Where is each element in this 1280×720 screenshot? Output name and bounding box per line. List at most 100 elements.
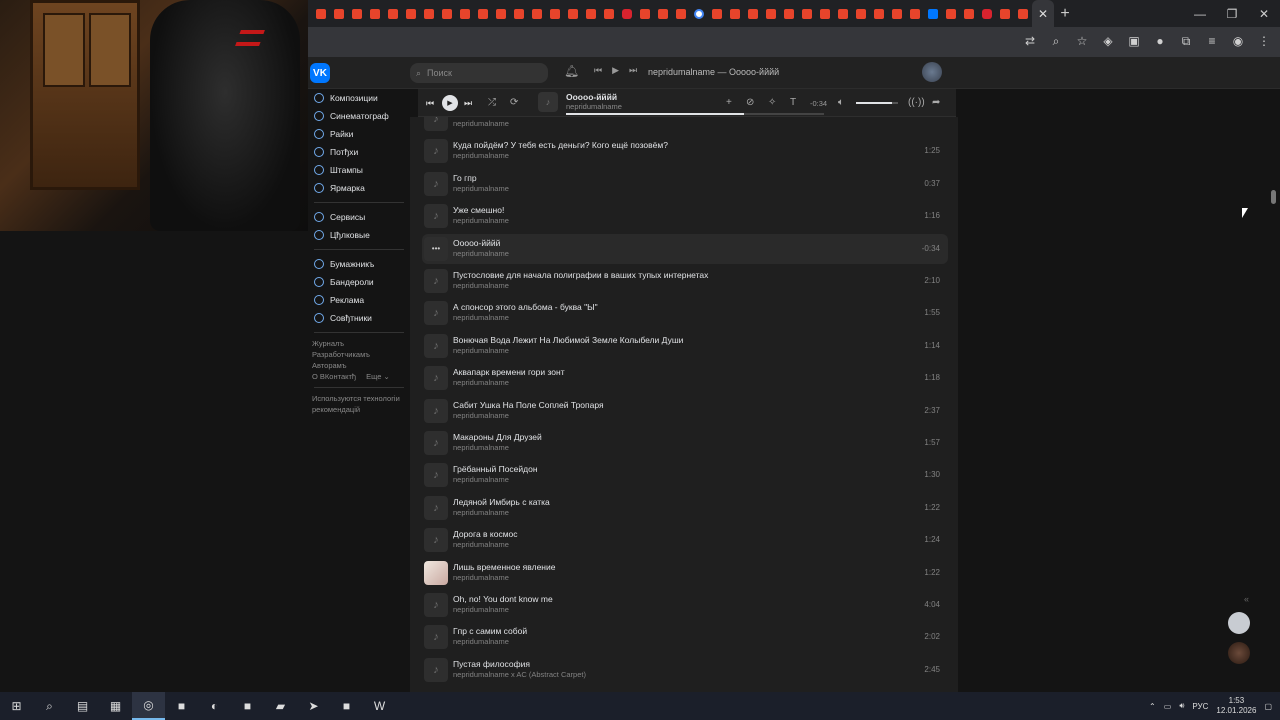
chrome-icon[interactable]: ◎ <box>132 692 165 720</box>
track-artist[interactable]: nepridumalname <box>453 411 509 420</box>
tab-favicon[interactable] <box>438 0 456 27</box>
tab-favicon[interactable] <box>798 0 816 27</box>
footer-link-authors[interactable]: Авторамъ <box>308 360 410 371</box>
sidebar-item-service-1[interactable]: Цђлковые <box>308 226 410 244</box>
page-scrollbar[interactable] <box>1271 190 1276 204</box>
tab-favicon[interactable] <box>852 0 870 27</box>
track-row[interactable]: ♪ Гпр с самим собой nepridumalname 2:02 <box>422 622 948 652</box>
tab-close-icon[interactable]: ✕ <box>1038 7 1048 21</box>
telegram-icon[interactable]: ➤ <box>297 692 330 720</box>
play-pause-button[interactable]: ▶ <box>442 95 458 111</box>
sidebar-item-0[interactable]: Композиции <box>308 89 410 107</box>
tab-favicon[interactable] <box>330 0 348 27</box>
tab-favicon[interactable] <box>978 0 996 27</box>
tab-favicon[interactable] <box>906 0 924 27</box>
track-row[interactable]: ♪ Сабит Ушка На Поле Соплей Тропаря neprid… <box>422 396 948 426</box>
music-note-icon[interactable]: ♪ <box>424 495 448 520</box>
steam-icon[interactable]: ◐ <box>198 692 231 720</box>
tab-favicon[interactable] <box>384 0 402 27</box>
track-artist[interactable]: nepridumalname <box>453 313 509 322</box>
tab-favicon[interactable] <box>600 0 618 27</box>
track-row[interactable]: ♪ Го гпр nepridumalname 0:37 <box>422 169 948 199</box>
close-window-button[interactable]: ✕ <box>1248 0 1280 27</box>
music-note-icon[interactable]: ♪ <box>424 593 448 617</box>
music-note-icon[interactable]: ♪ <box>424 117 448 131</box>
chat-avatar[interactable] <box>1228 612 1250 634</box>
footer-more-button[interactable]: Еще ⌄ <box>366 371 390 382</box>
track-row[interactable]: ••• Ооооо-йййй nepridumalname -0:34 <box>422 233 948 264</box>
header-track-name[interactable]: nepridumalname — Ооооо-йййй <box>648 67 779 77</box>
tray-chevron-icon[interactable]: ⌃ <box>1149 702 1156 711</box>
progress-bar[interactable] <box>566 113 824 115</box>
folder-icon[interactable]: ▰ <box>264 692 297 720</box>
tab-favicon[interactable] <box>1014 0 1032 27</box>
music-note-icon[interactable]: ♪ <box>424 625 448 650</box>
music-note-icon[interactable]: ♪ <box>424 269 448 293</box>
track-row[interactable]: ♪ Уже смешно! nepridumalname 1:16 <box>422 201 948 231</box>
track-artist[interactable]: nepridumalname <box>453 508 509 517</box>
tab-favicon[interactable] <box>780 0 798 27</box>
track-artist[interactable]: nepridumalname x AC (Abstract Carpet) <box>453 670 586 679</box>
lyrics-icon[interactable]: T <box>790 97 796 108</box>
repeat-icon[interactable]: ⟳ <box>510 97 518 108</box>
notification-icon[interactable]: ▢ <box>1264 702 1272 711</box>
music-note-icon[interactable]: ••• <box>424 236 448 261</box>
track-artist[interactable]: nepridumalname <box>453 443 509 452</box>
search-input[interactable]: ⌕ Поиск <box>410 63 548 83</box>
app-icon[interactable]: ■ <box>330 692 363 720</box>
app-icon[interactable]: ■ <box>231 692 264 720</box>
sparkle-icon[interactable]: ✧ <box>768 97 776 108</box>
tab-favicon[interactable] <box>816 0 834 27</box>
share-icon[interactable]: ➦ <box>932 97 940 108</box>
track-row[interactable]: ♪ Грёбанный Посейдон nepridumalname 1:30 <box>422 460 948 490</box>
track-artist[interactable]: nepridumalname <box>453 378 509 387</box>
user-avatar[interactable] <box>922 62 942 82</box>
tab-favicon[interactable] <box>366 0 384 27</box>
track-row[interactable]: Лишь временное явление nepridumalname 1:22 <box>422 558 948 588</box>
track-row[interactable]: ♪ Дорога в космос nepridumalname 1:24 <box>422 525 948 555</box>
extension-icon[interactable]: ▣ <box>1124 31 1144 51</box>
track-row[interactable]: ♪ Пустая философия nepridumalname x AC (Ab… <box>422 655 948 685</box>
tab-favicon[interactable] <box>654 0 672 27</box>
search-icon[interactable]: ⌕ <box>33 692 66 720</box>
puzzle-icon[interactable]: ⧉ <box>1176 31 1196 51</box>
track-artist[interactable]: nepridumalname <box>453 249 509 258</box>
track-artist[interactable]: nepridumalname <box>453 605 509 614</box>
tab-favicon[interactable] <box>924 0 942 27</box>
tab-favicon[interactable] <box>744 0 762 27</box>
clock[interactable]: 1:53 12.01.2026 <box>1216 696 1256 716</box>
tab-favicon[interactable] <box>582 0 600 27</box>
track-row[interactable]: ♪ Макароны Для Друзей nepridumalname 1:57 <box>422 428 948 458</box>
add-icon[interactable]: + <box>726 97 732 108</box>
restore-button[interactable]: ❐ <box>1216 0 1248 27</box>
tab-favicon[interactable] <box>402 0 420 27</box>
music-note-icon[interactable]: ♪ <box>424 366 448 391</box>
calculator-icon[interactable]: ▦ <box>99 692 132 720</box>
language-indicator[interactable]: РУС <box>1192 702 1208 711</box>
play-icon[interactable]: ▶ <box>612 65 619 76</box>
minimize-button[interactable]: — <box>1184 0 1216 27</box>
sidebar-item-3[interactable]: Потђхи <box>308 143 410 161</box>
prev-track-icon[interactable]: ⏮ <box>426 98 434 109</box>
extension-icon[interactable]: ◈ <box>1098 31 1118 51</box>
track-cover-image[interactable] <box>424 560 448 585</box>
new-tab-button[interactable]: + <box>1054 0 1076 27</box>
bookmark-star-icon[interactable]: ☆ <box>1072 31 1092 51</box>
bell-icon[interactable]: 🔔︎ <box>564 64 579 78</box>
track-artist[interactable]: nepridumalname <box>453 184 509 193</box>
music-note-icon[interactable]: ♪ <box>424 528 448 553</box>
media-icon[interactable]: ≡ <box>1202 31 1222 51</box>
track-row[interactable]: ♪ А спонсор этого альбома - буква "Ы" nepr… <box>422 298 948 328</box>
music-note-icon[interactable]: ♪ <box>424 431 448 455</box>
music-note-icon[interactable]: ♪ <box>424 171 448 196</box>
shuffle-icon[interactable]: ⤮ <box>488 97 496 108</box>
track-row[interactable]: ♪ Аквапарк времени гори зонт nepridumalnam… <box>422 363 948 393</box>
prev-icon[interactable]: ⏮ <box>594 65 602 76</box>
tab-favicon[interactable] <box>960 0 978 27</box>
sidebar-item-business-0[interactable]: Бумажникъ <box>308 255 410 273</box>
menu-icon[interactable]: ⋮ <box>1254 31 1274 51</box>
sidebar-item-business-3[interactable]: Совђтники <box>308 309 410 327</box>
track-artist[interactable]: nepridumalname <box>453 540 509 549</box>
footer-link-developers[interactable]: Разработчикамъ <box>308 349 410 360</box>
sidebar-item-5[interactable]: Ярмарка <box>308 179 410 197</box>
